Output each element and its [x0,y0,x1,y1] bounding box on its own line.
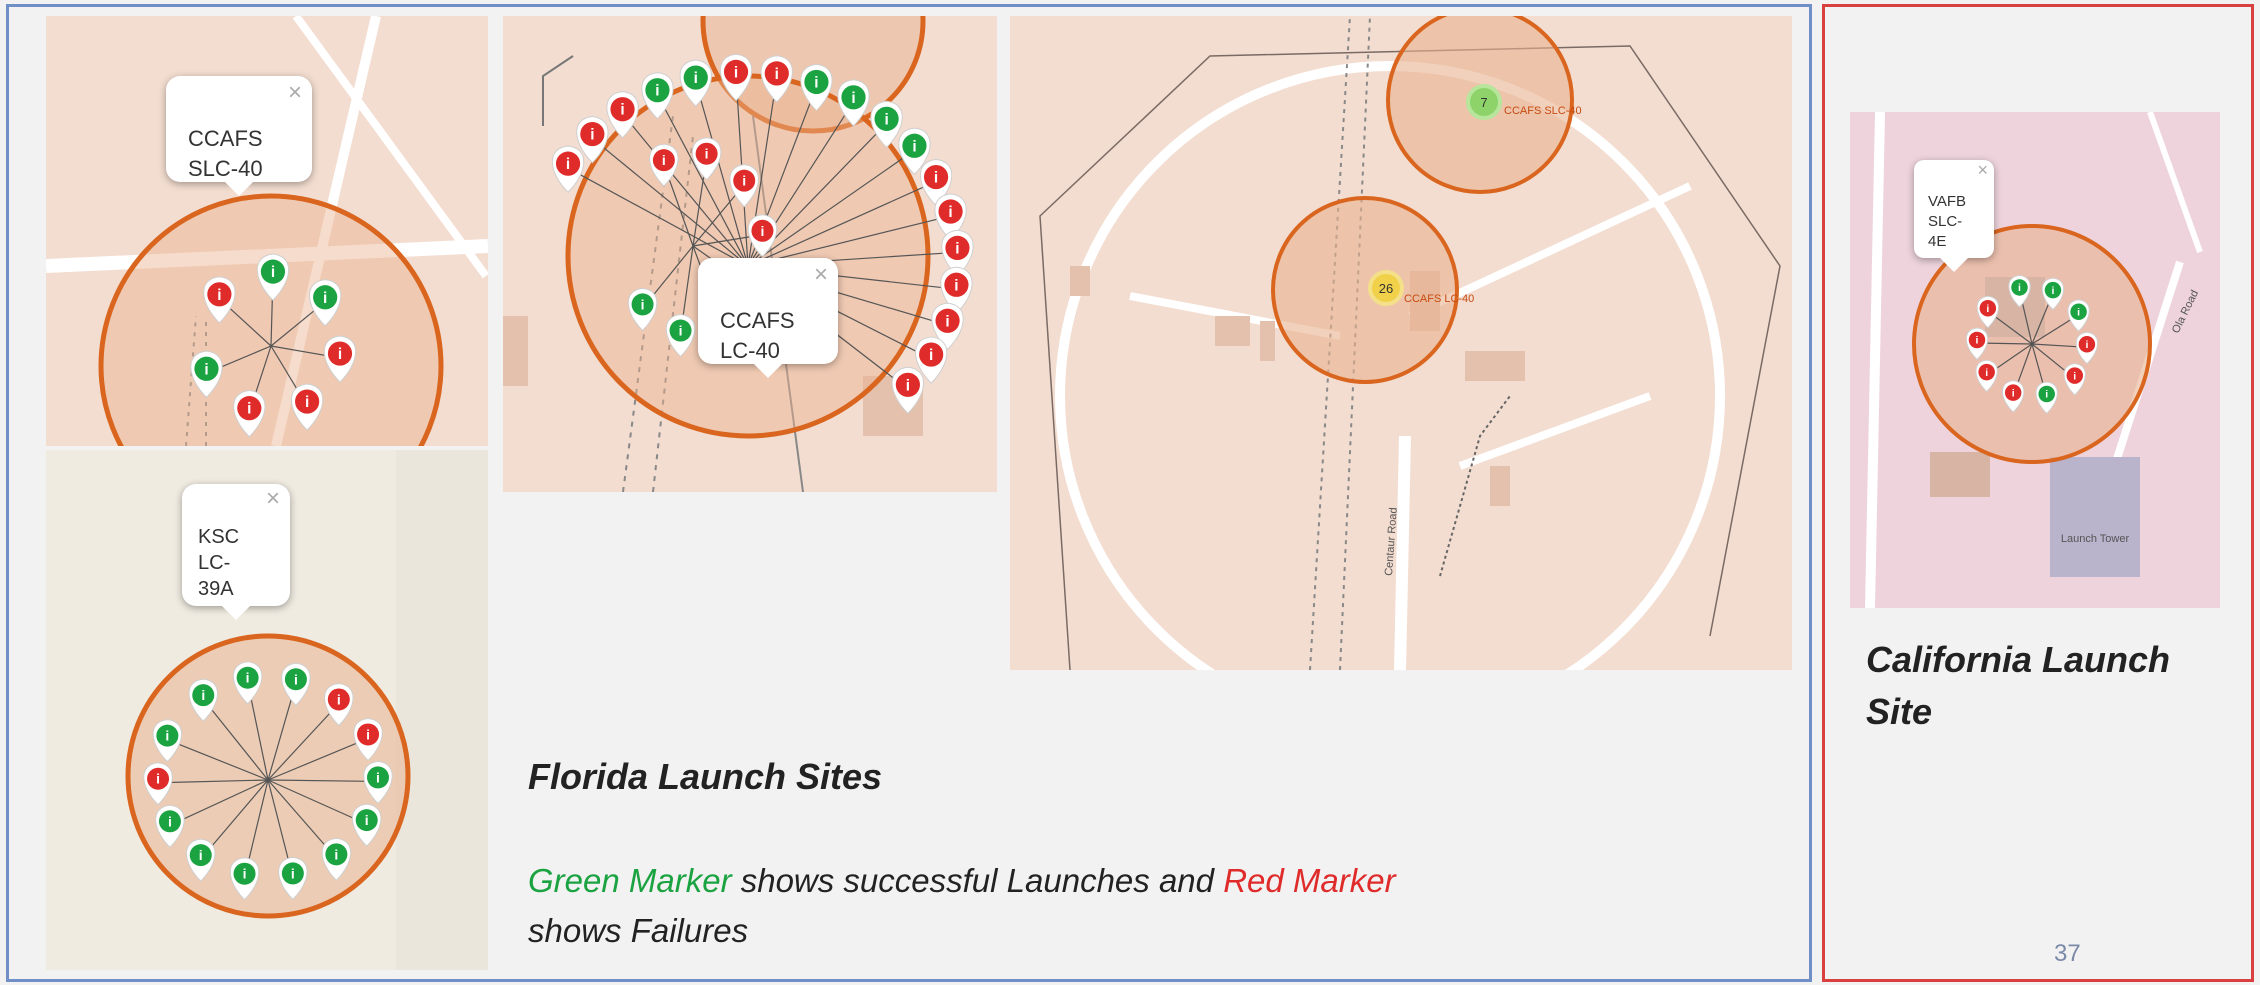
map-ccafs-lc40[interactable]: iiiiiiiiiiiiiiiiiiiiiiiiii [503,16,997,492]
svg-text:i: i [366,726,370,742]
popup-close-icon[interactable]: × [288,78,302,108]
legend-red-marker: Red Marker [1223,862,1396,899]
legend-end-text: shows Failures [528,912,749,949]
svg-text:i: i [247,401,251,418]
svg-text:i: i [814,74,818,91]
svg-text:i: i [243,866,247,882]
legend-green-marker: Green Marker [528,862,732,899]
svg-text:i: i [884,111,888,128]
svg-text:i: i [761,223,765,239]
popup-ksc-lc39a-text: KSC LC- 39A [198,526,240,600]
svg-text:i: i [2018,282,2021,294]
map-florida-overview[interactable]: 7 26 CCAFS SLC-40 CCAFS LC-40 Centaur Ro… [1010,16,1792,670]
svg-text:i: i [1976,335,1979,347]
popup-ksc-lc39a[interactable]: KSC LC- 39A × [182,484,290,620]
svg-text:i: i [775,66,779,83]
popup-vafb-slc4e-text: VAFB SLC- 4E [1928,193,1967,250]
svg-text:i: i [2073,370,2076,382]
cluster-green[interactable]: 7 [1466,84,1502,120]
svg-text:i: i [655,83,659,100]
svg-text:i: i [912,138,916,155]
map-label-launch-tower: Launch Tower [2061,533,2130,545]
popup-vafb-slc4e[interactable]: VAFB SLC- 4E × [1914,160,1994,272]
page-number: 37 [2054,940,2081,967]
svg-text:i: i [201,687,205,703]
svg-text:i: i [246,670,250,686]
svg-text:i: i [2051,285,2054,297]
svg-text:i: i [2045,389,2048,401]
svg-text:i: i [334,846,338,862]
svg-text:i: i [679,323,683,339]
svg-text:i: i [294,671,298,687]
svg-text:i: i [204,361,208,378]
legend-middle-text: shows successful Launches and [731,862,1224,899]
popup-ccafs-slc40[interactable]: CCAFS SLC-40 × [166,76,312,196]
california-title-line1: California Launch [1866,639,2171,680]
popup-close-icon[interactable]: × [266,486,280,512]
svg-text:i: i [165,728,169,744]
svg-text:i: i [2012,387,2015,399]
svg-text:i: i [168,813,172,829]
svg-text:i: i [365,812,369,828]
popup-close-icon[interactable]: × [814,260,828,290]
popup-ccafs-slc40-text: CCAFS SLC-40 [188,126,263,181]
svg-text:i: i [955,240,959,257]
svg-text:i: i [338,346,342,363]
map-label-site-1: CCAFS SLC-40 [1504,105,1582,117]
svg-text:i: i [271,264,275,281]
california-title: California Launch Site [1866,634,2170,738]
svg-text:i: i [694,70,698,87]
svg-text:i: i [1986,303,1989,315]
svg-text:i: i [199,847,203,863]
svg-text:i: i [2077,307,2080,319]
popup-ccafs-lc40-text: CCAFS LC-40 [720,308,795,363]
marker-legend: Green Marker shows successful Launches a… [528,856,1528,956]
cluster-yellow[interactable]: 26 [1368,270,1404,306]
cluster-yellow-count: 26 [1379,281,1393,296]
svg-text:i: i [929,347,933,364]
california-title-line2: Site [1866,691,1933,732]
svg-text:i: i [705,146,709,162]
svg-text:i: i [851,90,855,107]
svg-text:i: i [156,771,160,787]
svg-text:i: i [217,287,221,304]
svg-text:i: i [376,769,380,785]
map-vafb-slc4e[interactable]: iiiiiiiiii Ola Road Launch Tower [1850,112,2220,608]
map-label-site-2: CCAFS LC-40 [1404,293,1474,305]
svg-text:i: i [566,156,570,173]
cluster-green-count: 7 [1480,95,1487,110]
svg-text:i: i [291,865,295,881]
popup-ccafs-lc40[interactable]: CCAFS LC-40 × [698,258,838,378]
svg-text:i: i [906,377,910,394]
svg-text:i: i [954,277,958,294]
florida-title: Florida Launch Sites [528,756,883,797]
svg-text:i: i [948,204,952,221]
svg-text:i: i [662,152,666,168]
svg-text:i: i [305,394,309,411]
svg-text:i: i [323,290,327,307]
svg-text:i: i [945,313,949,330]
svg-text:i: i [1985,367,1988,379]
popup-close-icon[interactable]: × [1977,160,1988,180]
svg-text:i: i [590,127,594,144]
svg-text:i: i [934,170,938,187]
svg-text:i: i [641,296,645,312]
svg-text:i: i [337,691,341,707]
svg-text:i: i [2085,339,2088,351]
svg-text:i: i [742,173,746,189]
svg-text:i: i [734,64,738,81]
svg-text:i: i [620,102,624,119]
